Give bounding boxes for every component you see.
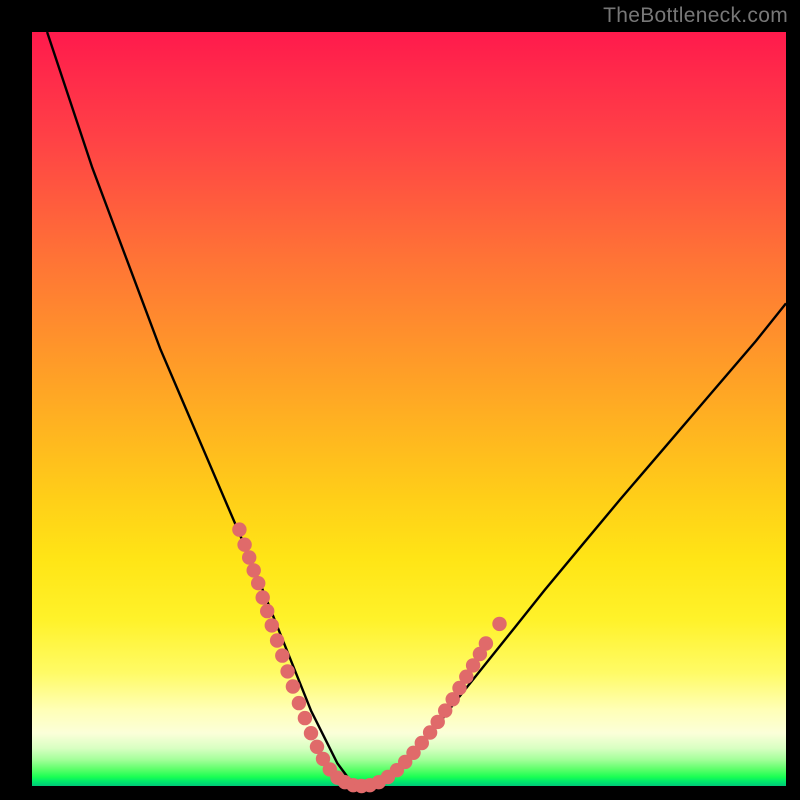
- watermark-text: TheBottleneck.com: [603, 4, 788, 28]
- marker-dot: [304, 726, 318, 740]
- marker-dot: [292, 696, 306, 710]
- marker-dot: [479, 636, 493, 650]
- marker-dot: [256, 590, 270, 604]
- marker-dot: [265, 618, 279, 632]
- marker-dot: [298, 711, 312, 725]
- marker-dot: [270, 633, 284, 647]
- marker-dot: [286, 679, 300, 693]
- marker-dot: [260, 604, 274, 618]
- marker-dot: [247, 563, 261, 577]
- marker-dot: [251, 576, 265, 590]
- marker-dot: [280, 664, 294, 678]
- bottleneck-curve: [47, 32, 786, 786]
- marker-dot: [237, 538, 251, 552]
- marker-dot: [232, 522, 246, 536]
- plot-area: [32, 32, 786, 786]
- marker-group: [232, 522, 507, 793]
- marker-dot: [242, 550, 256, 564]
- chart-root: TheBottleneck.com: [0, 0, 800, 800]
- marker-dot: [275, 648, 289, 662]
- curve-overlay: [32, 32, 786, 786]
- marker-dot: [492, 617, 506, 631]
